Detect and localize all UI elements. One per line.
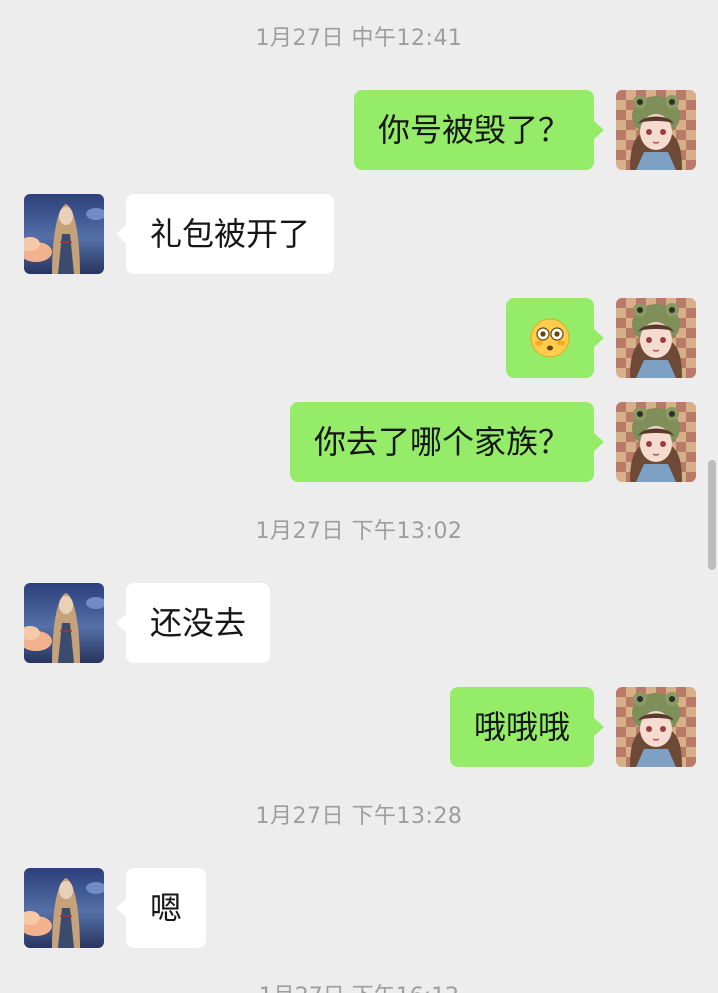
- my-emoji-message-bubble[interactable]: [506, 298, 604, 378]
- girl-frog-hat-avatar-icon: [616, 402, 696, 482]
- timestamp: 1月27日 下午13:02: [255, 519, 463, 544]
- my-avatar[interactable]: [616, 298, 696, 378]
- girl-frog-hat-avatar-icon: [616, 298, 696, 378]
- my-message-bubble[interactable]: 你去了哪个家族？: [289, 402, 605, 482]
- timestamp: 1月27日 下午16:12: [0, 982, 718, 993]
- chat-area[interactable]: 1月27日 中午12:41 你号被毁了？ 礼包被开了 你去了哪个家族？ 1月27…: [0, 0, 718, 993]
- my-avatar[interactable]: [616, 687, 696, 767]
- contact-avatar[interactable]: [24, 868, 104, 948]
- my-message-bubble[interactable]: 你号被毁了？: [353, 90, 605, 170]
- contact-avatar[interactable]: [24, 583, 104, 663]
- contact-avatar[interactable]: [24, 194, 104, 274]
- contact-message-bubble[interactable]: 礼包被开了: [115, 194, 335, 274]
- my-message-bubble[interactable]: 哦哦哦: [449, 687, 605, 767]
- long-hair-sky-avatar-icon: [24, 194, 104, 274]
- scrollbar[interactable]: [708, 460, 716, 570]
- girl-frog-hat-avatar-icon: [616, 90, 696, 170]
- timestamp-partial: 1月27日 下午16:12: [0, 980, 718, 993]
- my-avatar[interactable]: [616, 90, 696, 170]
- my-avatar[interactable]: [616, 402, 696, 482]
- timestamp: 1月27日 下午13:28: [255, 804, 463, 829]
- long-hair-sky-avatar-icon: [24, 868, 104, 948]
- girl-frog-hat-avatar-icon: [616, 687, 696, 767]
- flushed-face-emoji-icon: [530, 318, 570, 358]
- contact-message-bubble[interactable]: 嗯: [115, 868, 207, 948]
- timestamp: 1月27日 中午12:41: [255, 26, 463, 51]
- contact-message-bubble[interactable]: 还没去: [115, 583, 271, 663]
- long-hair-sky-avatar-icon: [24, 583, 104, 663]
